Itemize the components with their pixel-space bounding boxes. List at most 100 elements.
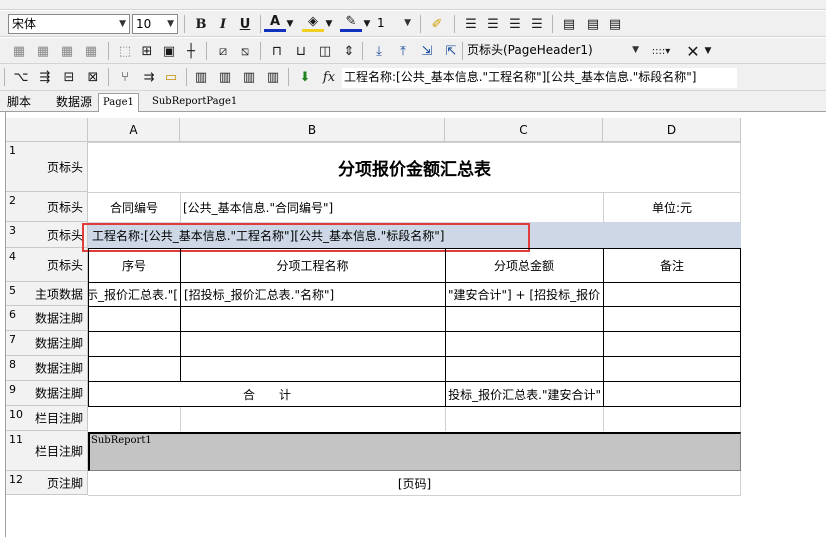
border-left-icon[interactable]: ▦ bbox=[56, 41, 78, 61]
font-size-select[interactable]: 10 ▼ bbox=[132, 14, 178, 34]
delete-col-icon[interactable]: ⇱ bbox=[440, 41, 462, 61]
picture-icon[interactable]: ▭ bbox=[160, 67, 182, 87]
row-header-12[interactable]: 12 页注脚 bbox=[6, 471, 88, 495]
row-band-label: 页标头 bbox=[46, 160, 83, 174]
contract-no-label[interactable]: 合同编号 bbox=[88, 192, 180, 222]
tab-subreportpage1[interactable]: SubReportPage1 bbox=[148, 93, 241, 112]
italic-button[interactable]: I bbox=[212, 14, 234, 34]
font-color-icon[interactable]: A bbox=[264, 14, 286, 32]
insert-table-icon[interactable]: ⊟ bbox=[58, 67, 80, 87]
chevron-down-icon[interactable]: ▼ bbox=[285, 14, 295, 34]
header-serial-no[interactable]: 序号 bbox=[88, 249, 180, 282]
bold-button[interactable]: B bbox=[190, 14, 212, 34]
total-label[interactable]: 合 计 bbox=[89, 382, 445, 406]
band-header-icon[interactable]: ▥ bbox=[190, 67, 212, 87]
data-total-field[interactable]: "建安合计"] + [招投标_报价 bbox=[446, 283, 603, 306]
insert-group-icon[interactable]: ⊠ bbox=[82, 67, 104, 87]
valign-bottom-icon[interactable]: ▤ bbox=[604, 14, 626, 34]
row-header-3[interactable]: 3 页标头 bbox=[6, 222, 88, 248]
border-bottom-icon[interactable]: ▦ bbox=[32, 41, 54, 61]
unit-label[interactable]: 单位:元 bbox=[603, 192, 741, 222]
filter-icon[interactable]: ⑂ bbox=[114, 67, 136, 87]
line-color-icon[interactable]: ✎ bbox=[340, 14, 362, 32]
align-justify-icon[interactable]: ☰ bbox=[526, 14, 548, 34]
row-header-1[interactable]: 1 页标头 bbox=[6, 142, 88, 192]
diagonal-up-icon[interactable]: ⧅ bbox=[234, 41, 256, 61]
valign-middle-icon[interactable]: ▤ bbox=[582, 14, 604, 34]
border-right-icon[interactable]: ▦ bbox=[80, 41, 102, 61]
close-icon[interactable]: ✕ bbox=[682, 41, 704, 61]
formula-input[interactable]: 工程名称:[公共_基本信息."工程名称"][公共_基本信息."标段名称"] bbox=[342, 68, 737, 88]
valign-top-icon[interactable]: ▤ bbox=[558, 14, 580, 34]
tab-script[interactable]: 脚本 bbox=[3, 93, 35, 112]
insert-field-icon[interactable]: ⌥ bbox=[10, 67, 32, 87]
header-remark[interactable]: 备注 bbox=[603, 249, 741, 282]
header-item-total[interactable]: 分项总金额 bbox=[445, 249, 603, 282]
split-cols-icon[interactable]: ⇕ bbox=[338, 41, 360, 61]
tab-page1[interactable]: Page1 bbox=[98, 93, 139, 112]
delete-row-icon[interactable]: ⇲ bbox=[416, 41, 438, 61]
insert-row-icon[interactable]: ⤓ bbox=[368, 41, 390, 61]
row-header-4[interactable]: 4 页标头 bbox=[6, 248, 88, 282]
subreport-container[interactable]: SubReport1 bbox=[88, 432, 741, 471]
row-header-8[interactable]: 8 数据注脚 bbox=[6, 356, 88, 381]
subreport-label: SubReport1 bbox=[91, 435, 152, 446]
border-top-icon[interactable]: ▦ bbox=[8, 41, 30, 61]
header-item-name[interactable]: 分项工程名称 bbox=[180, 249, 445, 282]
row-number: 6 bbox=[9, 308, 16, 321]
grid-line bbox=[603, 406, 604, 431]
split-rows-icon[interactable]: ⊔ bbox=[290, 41, 312, 61]
fx-icon[interactable]: fx bbox=[318, 67, 340, 87]
column-header-b[interactable]: B bbox=[180, 118, 445, 142]
row-header-9[interactable]: 9 数据注脚 bbox=[6, 381, 88, 406]
row-header-6[interactable]: 6 数据注脚 bbox=[6, 306, 88, 331]
row-header-11[interactable]: 11 栏目注脚 bbox=[6, 431, 88, 471]
insert-col-icon[interactable]: ⤒ bbox=[392, 41, 414, 61]
data-name-field[interactable]: [招投标_报价汇总表."名称"] bbox=[181, 283, 445, 306]
column-header-a[interactable]: A bbox=[88, 118, 180, 142]
border-none-icon[interactable]: ⬚ bbox=[114, 41, 136, 61]
border-style-icon[interactable]: ::::▾ bbox=[646, 41, 676, 61]
row-header-10[interactable]: 10 栏目注脚 bbox=[6, 406, 88, 431]
border-all-icon[interactable]: ⊞ bbox=[136, 41, 158, 61]
column-header-c[interactable]: C bbox=[445, 118, 603, 142]
page-number-field[interactable]: [页码] bbox=[88, 471, 741, 495]
contract-no-field[interactable]: [公共_基本信息."合同编号"] bbox=[180, 192, 445, 222]
row-number: 12 bbox=[9, 473, 23, 486]
row-header-7[interactable]: 7 数据注脚 bbox=[6, 331, 88, 356]
band-footer-icon[interactable]: ▥ bbox=[238, 67, 260, 87]
band-data-icon[interactable]: ▥ bbox=[214, 67, 236, 87]
total-amount-field[interactable]: 投标_报价汇总表."建安合计" bbox=[446, 382, 603, 406]
fill-color-icon[interactable]: ◈ bbox=[302, 14, 324, 32]
border-outer-icon[interactable]: ▣ bbox=[158, 41, 180, 61]
font-name-select[interactable]: 宋体 ▼ bbox=[8, 14, 130, 34]
report-title[interactable]: 分项报价金额汇总表 bbox=[88, 142, 741, 192]
underline-button[interactable]: U bbox=[234, 14, 256, 34]
accept-formula-icon[interactable]: ⬇ bbox=[294, 67, 316, 87]
data-serial-field[interactable]: 示_报价汇总表."[ bbox=[89, 283, 180, 306]
diagonal-down-icon[interactable]: ⧄ bbox=[212, 41, 234, 61]
corner-header[interactable] bbox=[6, 118, 88, 142]
border-inner-icon[interactable]: ┼ bbox=[180, 41, 202, 61]
align-left-icon[interactable]: ☰ bbox=[460, 14, 482, 34]
align-center-icon[interactable]: ☰ bbox=[482, 14, 504, 34]
line-width-select[interactable]: 1 ▼ bbox=[374, 14, 414, 34]
merge-rows-icon[interactable]: ⊓ bbox=[266, 41, 288, 61]
chevron-down-icon[interactable]: ▼ bbox=[702, 41, 714, 61]
tab-datasource[interactable]: 数据源 bbox=[52, 93, 96, 112]
merge-cols-icon[interactable]: ◫ bbox=[314, 41, 336, 61]
separator bbox=[288, 68, 289, 86]
align-right-icon[interactable]: ☰ bbox=[504, 14, 526, 34]
font-name-value: 宋体 bbox=[12, 17, 37, 31]
band-select[interactable]: 页标头(PageHeader1) ▼ bbox=[464, 41, 642, 61]
sort-icon[interactable]: ⇉ bbox=[138, 67, 160, 87]
highlight-icon[interactable]: ✐ bbox=[426, 14, 448, 34]
row-header-2[interactable]: 2 页标头 bbox=[6, 192, 88, 222]
row-band-label: 数据注脚 bbox=[34, 336, 83, 351]
insert-expression-icon[interactable]: ⇶ bbox=[34, 67, 56, 87]
column-header-d[interactable]: D bbox=[603, 118, 741, 142]
band-page-icon[interactable]: ▥ bbox=[262, 67, 284, 87]
chevron-down-icon[interactable]: ▼ bbox=[362, 14, 372, 34]
chevron-down-icon[interactable]: ▼ bbox=[324, 14, 334, 34]
row-header-5[interactable]: 5 主项数据 bbox=[6, 282, 88, 306]
